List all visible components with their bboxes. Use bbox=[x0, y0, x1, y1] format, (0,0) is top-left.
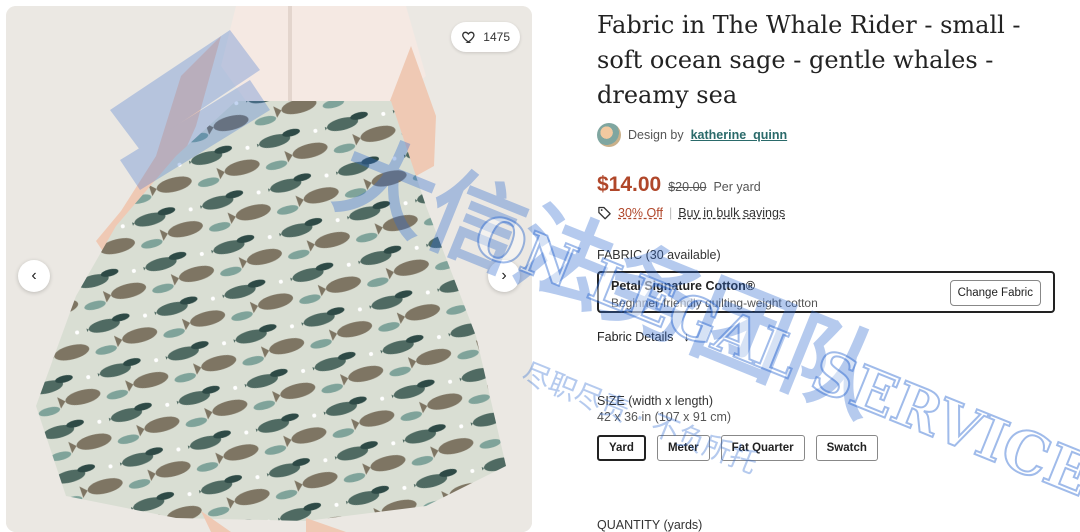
price-tag-icon bbox=[598, 206, 611, 220]
heart-icon bbox=[462, 31, 475, 43]
size-label: SIZE (width x length) bbox=[597, 394, 714, 408]
size-option-yard[interactable]: Yard bbox=[597, 435, 646, 461]
size-dimensions: 42 x 36 in (107 x 91 cm) bbox=[597, 410, 732, 424]
chevron-left-icon: ‹ bbox=[31, 267, 37, 284]
arrow-down-icon: ↓ bbox=[683, 330, 690, 344]
product-image-gallery[interactable]: 1475 ‹ › bbox=[6, 6, 532, 532]
previous-image-button[interactable]: ‹ bbox=[18, 260, 50, 292]
original-price: $20.00 bbox=[668, 180, 707, 194]
fabric-description: Beginner-friendly quilting-weight cotton bbox=[611, 296, 818, 310]
discount-badge[interactable]: 30% Off bbox=[618, 206, 663, 220]
designer-prefix: Design by bbox=[628, 128, 684, 142]
fabric-details-toggle[interactable]: Fabric Details ↓ bbox=[597, 330, 1057, 344]
savings-row: 30% Off | Buy in bulk savings bbox=[597, 205, 1057, 220]
current-price: $14.00 bbox=[597, 173, 662, 196]
size-option-fat-quarter[interactable]: Fat Quarter bbox=[720, 435, 805, 461]
size-options: Yard Meter Fat Quarter Swatch bbox=[597, 435, 1057, 461]
price-unit: Per yard bbox=[713, 180, 761, 194]
next-image-button[interactable]: › bbox=[488, 260, 520, 292]
chevron-right-icon: › bbox=[501, 267, 507, 284]
favorite-count: 1475 bbox=[483, 30, 510, 44]
size-option-swatch[interactable]: Swatch bbox=[815, 435, 878, 461]
product-title: Fabric in The Whale Rider - small - soft… bbox=[597, 11, 1021, 109]
designer-link[interactable]: katherine_quinn bbox=[691, 128, 788, 142]
bulk-savings-link[interactable]: Buy in bulk savings bbox=[678, 206, 785, 220]
size-option-meter[interactable]: Meter bbox=[656, 435, 710, 461]
favorite-button[interactable]: 1475 bbox=[451, 22, 520, 52]
fabric-selector[interactable]: Petal Signature Cotton® Beginner-friendl… bbox=[597, 271, 1055, 313]
divider: | bbox=[668, 205, 673, 220]
designer-row: Design by katherine_quinn bbox=[597, 123, 1057, 147]
price-row: $14.00 $20.00 Per yard bbox=[597, 173, 1057, 197]
change-fabric-button[interactable]: Change Fabric bbox=[949, 280, 1041, 306]
quantity-label: QUANTITY (yards) bbox=[597, 518, 703, 532]
fabric-name: Petal Signature Cotton® bbox=[611, 279, 755, 293]
designer-avatar[interactable] bbox=[597, 123, 621, 147]
product-photo bbox=[6, 6, 532, 532]
product-info: Fabric in The Whale Rider - small - soft… bbox=[597, 0, 1057, 461]
fabric-details-label: Fabric Details bbox=[597, 330, 674, 344]
fabric-label: FABRIC (30 available) bbox=[597, 248, 721, 262]
